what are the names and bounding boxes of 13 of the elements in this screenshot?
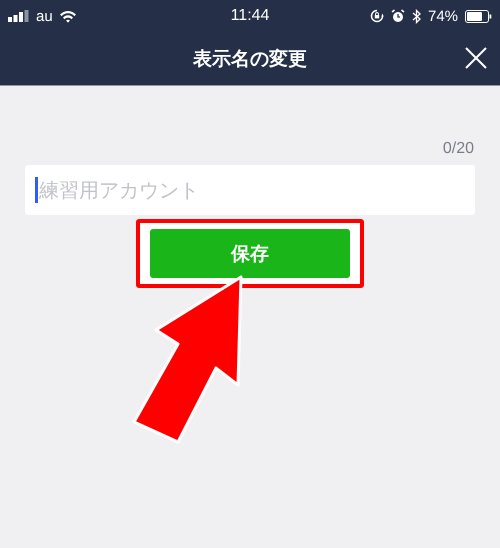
name-input-field[interactable]: 練習用アカウント bbox=[25, 165, 475, 215]
bluetooth-icon bbox=[412, 8, 421, 24]
character-counter: 0/20 bbox=[442, 140, 475, 158]
carrier-name: au bbox=[36, 8, 53, 24]
rotation-lock-icon bbox=[370, 9, 384, 23]
save-button[interactable]: 保存 bbox=[150, 229, 350, 278]
alarm-icon bbox=[390, 9, 405, 23]
battery-percent: 74% bbox=[428, 8, 458, 24]
battery-icon bbox=[465, 10, 492, 22]
screen-title: 表示名の変更 bbox=[193, 46, 307, 72]
clock-time: 11:44 bbox=[230, 7, 270, 25]
wifi-icon bbox=[58, 10, 77, 22]
signal-icon bbox=[8, 10, 30, 22]
